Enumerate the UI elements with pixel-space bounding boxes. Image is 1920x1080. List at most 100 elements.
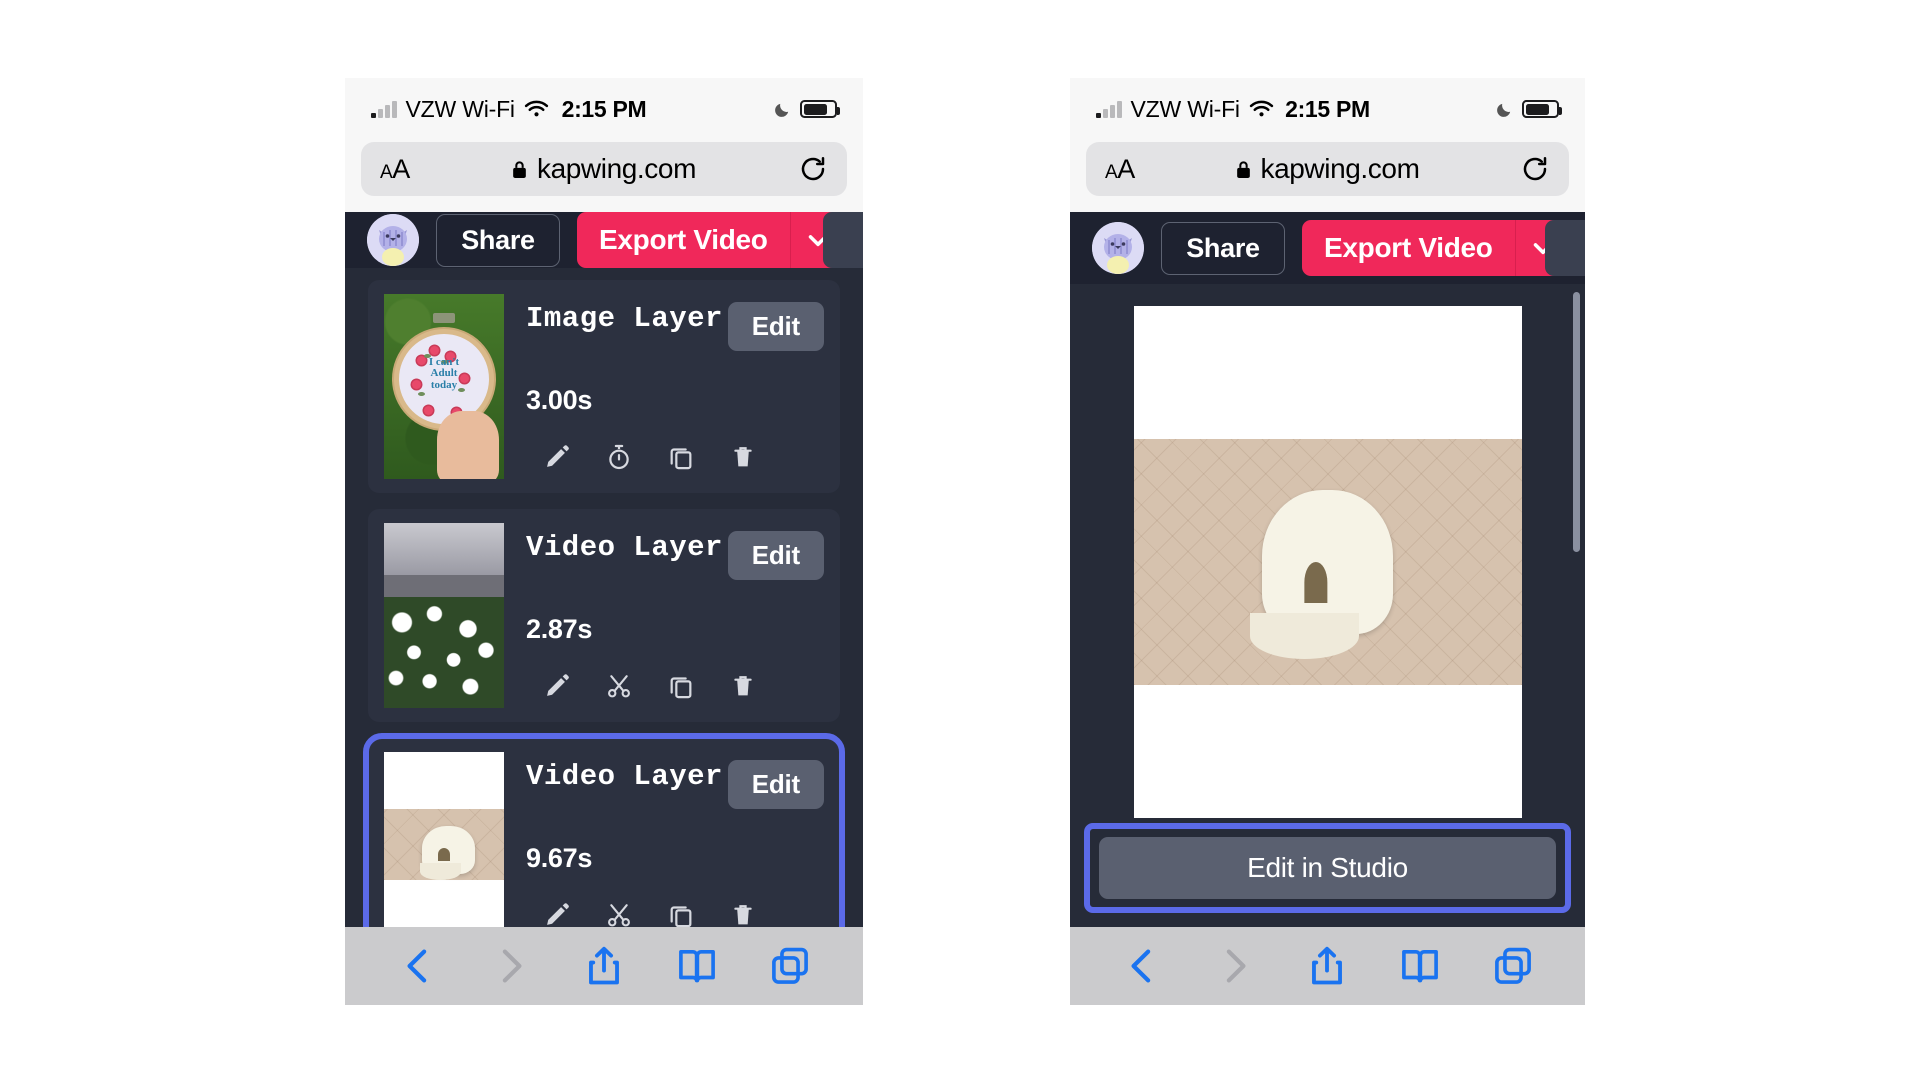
preview-area — [1070, 284, 1585, 823]
layer-card-header: Video Layer Edit — [526, 760, 824, 809]
export-video-group: Export Video — [577, 212, 846, 268]
thumbnail-text-line-3: today — [430, 378, 458, 391]
address-bar-center: kapwing.com — [1235, 153, 1420, 185]
app-toolbar: Share Export Video — [345, 212, 863, 268]
export-video-button[interactable]: Export Video — [1302, 220, 1515, 276]
kapwing-app-right: Share Export Video Edit in Studio — [1070, 212, 1585, 927]
layer-actions — [526, 437, 824, 479]
layer-duration: 2.87s — [526, 614, 593, 644]
share-button[interactable]: Share — [1161, 221, 1285, 275]
duplicate-icon[interactable] — [650, 437, 712, 477]
pencil-edit-icon[interactable] — [526, 437, 588, 477]
layer-actions — [526, 666, 824, 708]
url-text: kapwing.com — [1260, 153, 1420, 184]
offscreen-button-edge[interactable] — [823, 212, 863, 268]
export-video-button[interactable]: Export Video — [577, 212, 790, 268]
pencil-edit-icon[interactable] — [526, 666, 588, 706]
carrier-label: VZW Wi-Fi — [405, 95, 516, 122]
cellular-signal-icon — [371, 100, 397, 118]
kapwing-app-left: Share Export Video I can't Adult today I… — [345, 212, 863, 927]
tabs-icon[interactable] — [1490, 943, 1536, 989]
forward-chevron-icon — [1212, 943, 1258, 989]
scissors-split-icon[interactable] — [588, 666, 650, 706]
layer-card-video-flowers[interactable]: Video Layer Edit 2.87s — [368, 509, 840, 722]
status-bar: VZW Wi-Fi 2:15 PM — [345, 78, 863, 140]
status-bar-right — [774, 100, 840, 118]
battery-icon — [800, 100, 840, 118]
lock-icon — [1235, 160, 1250, 179]
pencil-edit-icon[interactable] — [526, 895, 588, 927]
share-icon[interactable] — [1304, 943, 1350, 989]
share-button[interactable]: Share — [436, 213, 560, 267]
layer-card-body: Image Layer Edit 3.00s — [526, 294, 824, 479]
edit-button[interactable]: Edit — [727, 302, 824, 351]
screenshot-canvas: VZW Wi-Fi 2:15 PM AA kapwing.com Share E… — [0, 0, 1920, 1080]
trash-delete-icon[interactable] — [712, 895, 774, 927]
layer-card-video-cap-selected[interactable]: Video Layer Edit 9.67s — [363, 733, 845, 927]
browser-chrome-top: AA kapwing.com — [1070, 140, 1585, 212]
bookmarks-book-icon[interactable] — [674, 943, 720, 989]
duplicate-icon[interactable] — [650, 895, 712, 927]
status-bar-left: VZW Wi-Fi — [371, 96, 549, 123]
text-size-button[interactable]: AA — [380, 154, 410, 185]
status-bar-left: VZW Wi-Fi — [1096, 96, 1274, 123]
back-chevron-icon[interactable] — [395, 943, 441, 989]
trash-delete-icon[interactable] — [712, 437, 774, 477]
layer-duration: 9.67s — [526, 843, 593, 873]
edit-in-studio-section: Edit in Studio — [1070, 823, 1585, 913]
reload-icon[interactable] — [798, 154, 828, 184]
phone-right-preview-view: VZW Wi-Fi 2:15 PM AA kapwing.com Share E… — [1070, 78, 1585, 1005]
duplicate-icon[interactable] — [650, 666, 712, 706]
layer-card-body: Video Layer Edit 9.67s — [526, 752, 824, 927]
wifi-icon — [524, 100, 549, 119]
url-text: kapwing.com — [536, 153, 697, 184]
share-icon[interactable] — [581, 943, 627, 989]
offscreen-button-edge[interactable] — [1545, 220, 1585, 276]
do-not-disturb-moon-icon — [1496, 101, 1513, 118]
layer-thumbnail-embroidery: I can't Adult today — [384, 294, 504, 479]
user-avatar-cat-icon[interactable] — [1092, 222, 1144, 274]
layer-duration: 3.00s — [526, 385, 593, 415]
layer-card-image[interactable]: I can't Adult today Image Layer Edit 3.0… — [368, 280, 840, 493]
edit-button[interactable]: Edit — [727, 531, 824, 580]
do-not-disturb-moon-icon — [774, 101, 791, 118]
lock-icon — [512, 160, 527, 179]
carrier-label: VZW Wi-Fi — [1130, 95, 1241, 122]
battery-icon — [1522, 100, 1562, 118]
layer-thumbnail-cap — [384, 752, 504, 927]
tabs-icon[interactable] — [767, 943, 813, 989]
layer-title: Video Layer — [526, 531, 723, 564]
scissors-split-icon[interactable] — [588, 895, 650, 927]
edit-button[interactable]: Edit — [727, 760, 824, 809]
phone-left-layers-view: VZW Wi-Fi 2:15 PM AA kapwing.com Share E… — [345, 78, 863, 1005]
text-size-button[interactable]: AA — [1105, 154, 1135, 185]
back-chevron-icon[interactable] — [1119, 943, 1165, 989]
timer-icon[interactable] — [588, 437, 650, 477]
user-avatar-cat-icon[interactable] — [367, 214, 419, 266]
layer-actions — [526, 895, 824, 927]
address-bar[interactable]: AA kapwing.com — [361, 142, 847, 196]
safari-bottom-toolbar — [1070, 927, 1585, 1005]
trash-delete-icon[interactable] — [712, 666, 774, 706]
wifi-icon — [1249, 100, 1274, 119]
layer-card-body: Video Layer Edit 2.87s — [526, 523, 824, 708]
forward-chevron-icon — [488, 943, 534, 989]
status-bar: VZW Wi-Fi 2:15 PM — [1070, 78, 1585, 140]
bookmarks-book-icon[interactable] — [1397, 943, 1443, 989]
status-bar-right — [1496, 100, 1562, 118]
layer-card-header: Video Layer Edit — [526, 531, 824, 580]
edit-in-studio-button[interactable]: Edit in Studio — [1099, 837, 1556, 899]
reload-icon[interactable] — [1520, 154, 1550, 184]
layer-title: Video Layer — [526, 760, 723, 793]
address-bar[interactable]: AA kapwing.com — [1086, 142, 1569, 196]
cellular-signal-icon — [1096, 100, 1122, 118]
preview-canvas[interactable] — [1133, 306, 1522, 818]
safari-bottom-toolbar — [345, 927, 863, 1005]
layers-list: I can't Adult today Image Layer Edit 3.0… — [345, 268, 863, 927]
layer-title: Image Layer — [526, 302, 723, 335]
app-toolbar: Share Export Video — [1070, 212, 1585, 284]
vertical-scrollbar[interactable] — [1573, 292, 1580, 552]
layer-card-header: Image Layer Edit — [526, 302, 824, 351]
layer-thumbnail-flowers — [384, 523, 504, 708]
clock-label: 2:15 PM — [561, 95, 647, 122]
